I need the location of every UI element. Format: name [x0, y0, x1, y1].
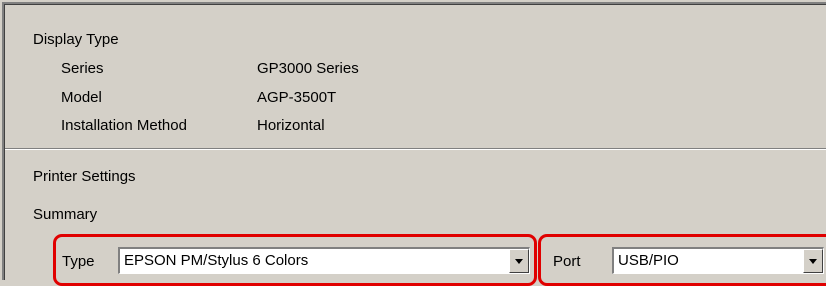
- settings-panel: Display Type Series GP3000 Series Model …: [0, 0, 826, 286]
- series-label: Series: [61, 60, 104, 77]
- type-highlight-box: [53, 234, 537, 286]
- summary-label: Summary: [33, 206, 98, 223]
- model-label: Model: [61, 89, 102, 106]
- port-highlight-box: [538, 234, 826, 286]
- printer-settings-heading: Printer Settings: [33, 168, 136, 185]
- series-value: GP3000 Series: [257, 60, 359, 77]
- model-value: AGP-3500T: [257, 89, 337, 106]
- installation-method-label: Installation Method: [61, 117, 187, 134]
- installation-method-value: Horizontal: [257, 117, 325, 134]
- section-divider: [5, 148, 826, 150]
- display-type-heading: Display Type: [33, 31, 119, 48]
